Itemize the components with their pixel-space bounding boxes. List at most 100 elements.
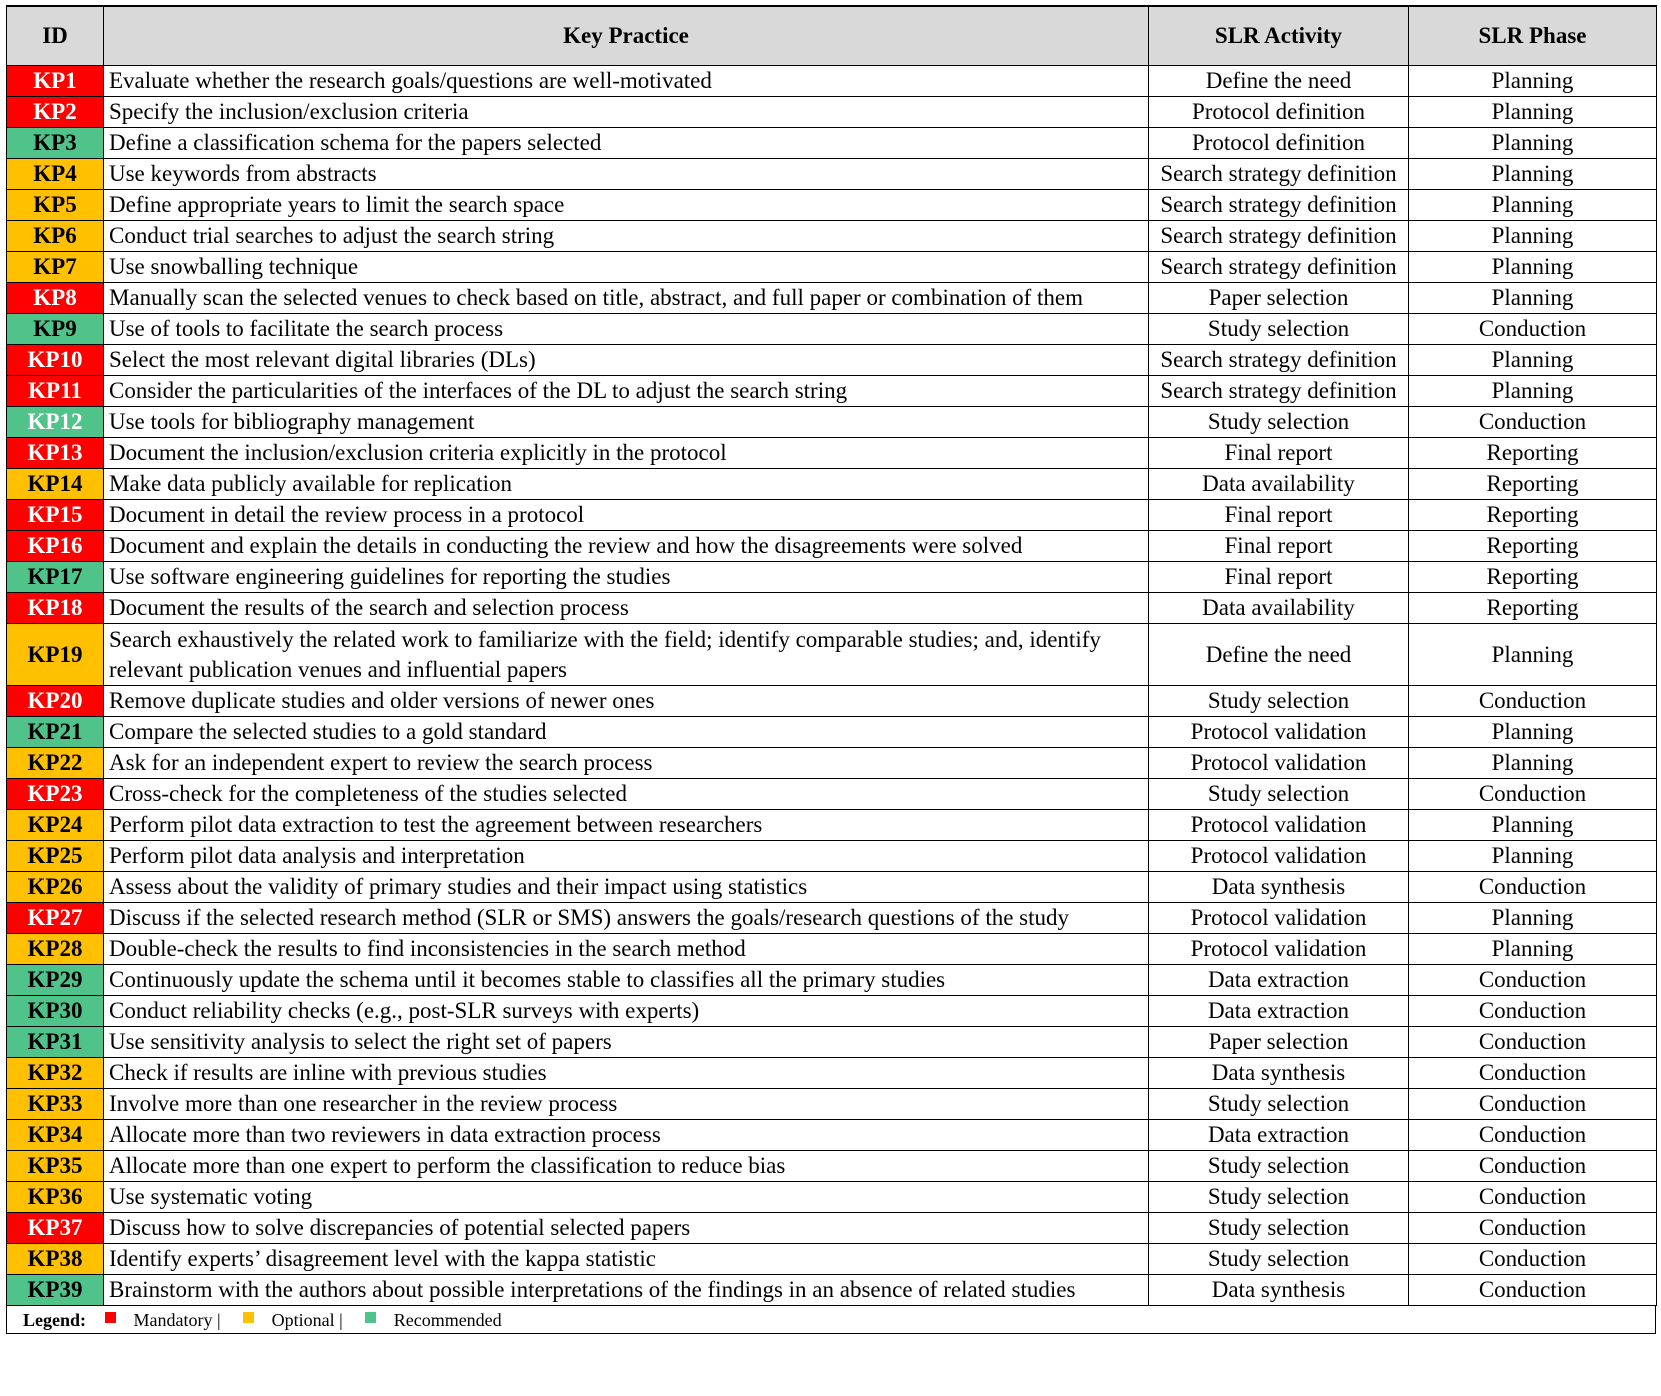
- column-header-id: ID: [6, 5, 104, 66]
- table-row: KP14 Make data publicly available for rep…: [6, 468, 1657, 500]
- table-row: KP19 Search exhaustively the related work…: [6, 623, 1657, 686]
- practice-text: Cross-check for the completeness of the …: [103, 778, 1149, 810]
- practice-text: Use software engineering guidelines for …: [103, 561, 1149, 593]
- practice-text: Double-check the results to find inconsi…: [103, 933, 1149, 965]
- table-row: KP28 Double-check the results to find inc…: [6, 933, 1657, 965]
- table-row: KP3 Define a classification schema for th…: [6, 127, 1657, 159]
- slr-phase: Reporting: [1408, 592, 1657, 624]
- practice-text: Brainstorm with the authors about possib…: [103, 1274, 1149, 1306]
- slr-phase: Reporting: [1408, 437, 1657, 469]
- slr-activity: Study selection: [1148, 1243, 1409, 1275]
- practice-id: KP7: [6, 251, 104, 283]
- practice-id: KP25: [6, 840, 104, 872]
- table-row: KP1 Evaluate whether the research goals/q…: [6, 65, 1657, 97]
- practice-id: KP2: [6, 96, 104, 128]
- table-row: KP31 Use sensitivity analysis to select t…: [6, 1026, 1657, 1058]
- practice-id: KP1: [6, 65, 104, 97]
- slr-phase: Conduction: [1408, 1212, 1657, 1244]
- legend-item-recommended: Recommended: [393, 1310, 502, 1330]
- slr-activity: Search strategy definition: [1148, 220, 1409, 252]
- practice-id: KP17: [6, 561, 104, 593]
- slr-activity: Data extraction: [1148, 995, 1409, 1027]
- slr-activity: Search strategy definition: [1148, 344, 1409, 376]
- key-practices-document: ID Key Practice SLR Activity SLR Phase K…: [6, 5, 1657, 1334]
- table-row: KP33 Involve more than one researcher in …: [6, 1088, 1657, 1120]
- slr-activity: Study selection: [1148, 1181, 1409, 1213]
- slr-activity: Study selection: [1148, 1150, 1409, 1182]
- practice-id: KP5: [6, 189, 104, 221]
- table-row: KP38 Identify experts’ disagreement level…: [6, 1243, 1657, 1275]
- slr-activity: Study selection: [1148, 1088, 1409, 1120]
- legend-item-optional: Optional |: [271, 1310, 343, 1330]
- table-row: KP4 Use keywords from abstracts Search str…: [6, 158, 1657, 190]
- column-header-slr-phase: SLR Phase: [1408, 5, 1657, 66]
- practice-text: Ask for an independent expert to review …: [103, 747, 1149, 779]
- column-header-slr-activity: SLR Activity: [1148, 5, 1409, 66]
- slr-phase: Conduction: [1408, 685, 1657, 717]
- table-row: KP29 Continuously update the schema until…: [6, 964, 1657, 996]
- practice-text: Document the inclusion/exclusion criteri…: [103, 437, 1149, 469]
- practice-id: KP13: [6, 437, 104, 469]
- table-row: KP20 Remove duplicate studies and older v…: [6, 685, 1657, 717]
- slr-activity: Data extraction: [1148, 964, 1409, 996]
- practice-text: Allocate more than one expert to perform…: [103, 1150, 1149, 1182]
- practice-text: Involve more than one researcher in the …: [103, 1088, 1149, 1120]
- slr-activity: Data synthesis: [1148, 1057, 1409, 1089]
- practice-id: KP10: [6, 344, 104, 376]
- slr-phase: Planning: [1408, 933, 1657, 965]
- legend-item-mandatory: Mandatory |: [133, 1310, 221, 1330]
- slr-activity: Data availability: [1148, 592, 1409, 624]
- practice-text: Assess about the validity of primary stu…: [103, 871, 1149, 903]
- slr-activity: Define the need: [1148, 623, 1409, 686]
- practice-id: KP39: [6, 1274, 104, 1306]
- practice-text: Consider the particularities of the inte…: [103, 375, 1149, 407]
- practice-id: KP19: [6, 623, 104, 686]
- practice-id: KP33: [6, 1088, 104, 1120]
- practice-id: KP29: [6, 964, 104, 996]
- slr-phase: Reporting: [1408, 499, 1657, 531]
- table-body: KP1 Evaluate whether the research goals/q…: [6, 65, 1657, 1306]
- practice-text: Compare the selected studies to a gold s…: [103, 716, 1149, 748]
- legend: Legend: Mandatory | Optional | Recommended: [6, 1306, 1656, 1334]
- slr-activity: Search strategy definition: [1148, 158, 1409, 190]
- practice-id: KP18: [6, 592, 104, 624]
- slr-activity: Paper selection: [1148, 282, 1409, 314]
- practice-text: Manually scan the selected venues to che…: [103, 282, 1149, 314]
- slr-activity: Protocol validation: [1148, 747, 1409, 779]
- table-row: KP21 Compare the selected studies to a go…: [6, 716, 1657, 748]
- practice-text: Document and explain the details in cond…: [103, 530, 1149, 562]
- slr-phase: Planning: [1408, 902, 1657, 934]
- slr-activity: Define the need: [1148, 65, 1409, 97]
- practice-text: Select the most relevant digital librari…: [103, 344, 1149, 376]
- slr-activity: Protocol validation: [1148, 809, 1409, 841]
- slr-phase: Planning: [1408, 747, 1657, 779]
- practice-id: KP4: [6, 158, 104, 190]
- legend-swatch-optional: [242, 1312, 254, 1323]
- table-row: KP23 Cross-check for the completeness of …: [6, 778, 1657, 810]
- slr-activity: Final report: [1148, 437, 1409, 469]
- practice-text: Use snowballing technique: [103, 251, 1149, 283]
- table-row: KP9 Use of tools to facilitate the search…: [6, 313, 1657, 345]
- practice-text: Document in detail the review process in…: [103, 499, 1149, 531]
- table-row: KP18 Document the results of the search a…: [6, 592, 1657, 624]
- practice-text: Use of tools to facilitate the search pr…: [103, 313, 1149, 345]
- table-row: KP22 Ask for an independent expert to rev…: [6, 747, 1657, 779]
- slr-phase: Planning: [1408, 220, 1657, 252]
- slr-activity: Search strategy definition: [1148, 251, 1409, 283]
- practice-id: KP28: [6, 933, 104, 965]
- slr-activity: Study selection: [1148, 1212, 1409, 1244]
- slr-activity: Data synthesis: [1148, 871, 1409, 903]
- practice-id: KP34: [6, 1119, 104, 1151]
- table-row: KP25 Perform pilot data analysis and inte…: [6, 840, 1657, 872]
- slr-phase: Conduction: [1408, 1274, 1657, 1306]
- practice-text: Perform pilot data extraction to test th…: [103, 809, 1149, 841]
- legend-items: Mandatory | Optional | Recommended: [101, 1310, 520, 1330]
- practice-id: KP3: [6, 127, 104, 159]
- slr-phase: Conduction: [1408, 1243, 1657, 1275]
- slr-activity: Data availability: [1148, 468, 1409, 500]
- practice-id: KP21: [6, 716, 104, 748]
- practice-text: Discuss if the selected research method …: [103, 902, 1149, 934]
- legend-swatch-mandatory: [104, 1312, 116, 1323]
- practice-text: Define appropriate years to limit the se…: [103, 189, 1149, 221]
- practice-id: KP31: [6, 1026, 104, 1058]
